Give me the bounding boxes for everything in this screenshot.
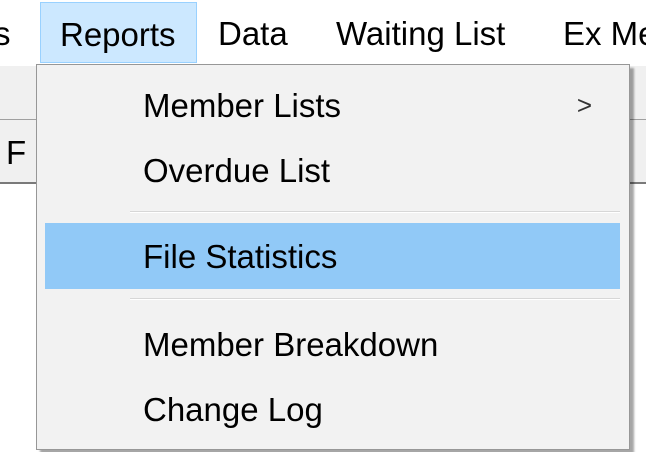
background-partial-label: F (6, 134, 27, 171)
menu-item-label: File Statistics (143, 238, 338, 275)
menu-item-change-log[interactable]: Change Log (45, 376, 620, 442)
menu-previous-item[interactable]: s (0, 2, 16, 63)
menu-item-label: Change Log (143, 391, 323, 428)
menu-reports[interactable]: Reports (40, 2, 197, 63)
menu-waiting-list[interactable]: Waiting List (336, 2, 505, 63)
menu-item-overdue-list[interactable]: Overdue List (45, 137, 620, 203)
menu-item-member-lists[interactable]: Member Lists > (45, 72, 620, 138)
menu-ex-members[interactable]: Ex Me (563, 2, 646, 63)
menu-item-file-statistics[interactable]: File Statistics (45, 223, 620, 289)
menu-item-label: Member Lists (143, 87, 342, 124)
menu-bar: s Reports Data Waiting List Ex Me (0, 0, 646, 66)
menu-item-label: Member Breakdown (143, 326, 439, 363)
menu-separator (130, 211, 620, 213)
menu-separator (130, 298, 620, 300)
submenu-arrow-icon: > (576, 90, 592, 120)
menu-item-label: Overdue List (143, 152, 331, 189)
menu-item-member-breakdown[interactable]: Member Breakdown (45, 311, 620, 377)
menu-data[interactable]: Data (218, 2, 288, 63)
reports-dropdown-menu: Member Lists > Overdue List File Statist… (36, 64, 630, 450)
